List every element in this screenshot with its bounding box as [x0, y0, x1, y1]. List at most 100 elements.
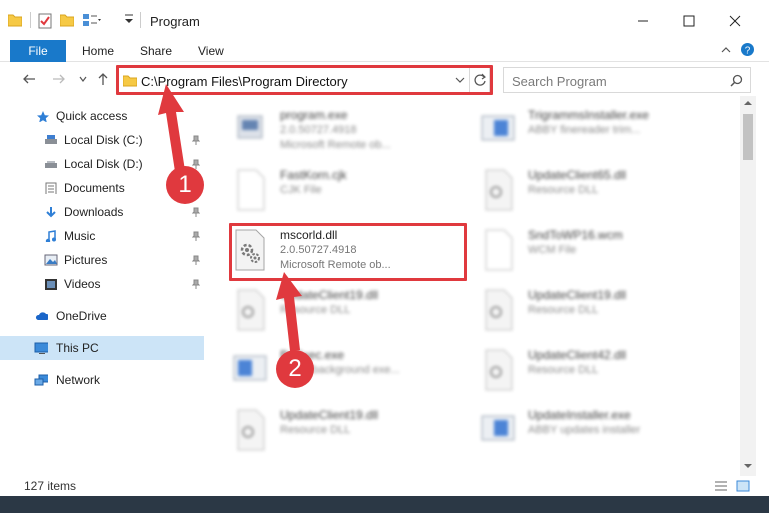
close-button[interactable] [712, 6, 758, 36]
up-arrow-icon [98, 73, 108, 85]
file-detail: 2.0.50727.4918 [280, 124, 357, 136]
file-item[interactable]: FastKorn.cjk CJK File [232, 166, 472, 222]
sidebar-item-label: Music [64, 229, 96, 243]
help-icon[interactable]: ? [740, 42, 755, 57]
step-badge-2: 2 [276, 350, 314, 388]
sidebar-item-network[interactable]: Network [0, 368, 204, 392]
documents-icon [45, 182, 57, 194]
chevron-down-icon [79, 76, 87, 82]
pin-icon[interactable] [192, 207, 200, 217]
file-name: UpdateClient19.dll [528, 288, 627, 302]
exe-icon [233, 355, 267, 381]
sidebar-item-label: Pictures [64, 253, 108, 267]
file-item[interactable]: UpdateClient19.dll Resource DLL [480, 286, 720, 342]
taskbar-strip [0, 496, 769, 513]
file-name: FastKorn.cjk [280, 168, 347, 182]
folder-icon[interactable] [8, 13, 22, 27]
window-title: Program [150, 14, 200, 29]
maximize-button[interactable] [666, 6, 712, 36]
pin-icon[interactable] [192, 279, 200, 289]
customize-qat-icon[interactable] [124, 13, 134, 25]
downloads-icon [46, 207, 56, 218]
tab-share[interactable]: Share [140, 44, 172, 58]
sidebar-item-videos[interactable]: Videos [0, 272, 204, 296]
file-name: program.exe [280, 108, 348, 122]
file-item[interactable]: UpdateClient19.dll Resource DLL [232, 406, 472, 462]
computer-icon [34, 342, 48, 354]
file-item[interactable]: program.exe 2.0.50727.4918 Microsoft Rem… [232, 106, 472, 162]
scroll-down-icon[interactable] [743, 462, 753, 470]
file-name: SndToWP16.wcm [528, 228, 623, 242]
tab-view[interactable]: View [198, 44, 224, 58]
file-name: UpdateClient42.dll [528, 348, 627, 362]
vertical-scrollbar[interactable] [740, 96, 756, 476]
search-input[interactable]: Search Program [503, 67, 751, 93]
search-placeholder: Search Program [512, 74, 607, 89]
forward-button[interactable] [50, 70, 68, 88]
dll-icon [485, 169, 513, 211]
maximize-icon [683, 15, 695, 27]
recent-locations-button[interactable] [74, 70, 92, 88]
file-item[interactable]: BgExec.exe ABBY background exe... [232, 346, 472, 402]
view-options-icon[interactable] [82, 13, 102, 27]
scroll-thumb[interactable] [743, 114, 753, 160]
sidebar-item-label: Videos [64, 277, 101, 291]
sidebar-item-label: Downloads [64, 205, 124, 219]
dll-icon [485, 289, 513, 331]
sidebar-item-downloads[interactable]: Downloads [0, 200, 204, 224]
minimize-button[interactable] [620, 6, 666, 36]
file-icon [485, 229, 513, 271]
tab-file[interactable]: File [10, 40, 66, 62]
sidebar-item-label: Local Disk (D:) [64, 157, 143, 171]
scroll-up-icon[interactable] [743, 99, 753, 107]
sidebar-item-onedrive[interactable]: OneDrive [0, 304, 204, 328]
large-icons-view-icon[interactable] [736, 480, 750, 492]
sidebar-item-pictures[interactable]: Pictures [0, 248, 204, 272]
new-folder-icon[interactable] [60, 13, 74, 27]
file-item[interactable]: UpdateClient42.dll Resource DLL [480, 346, 720, 402]
music-icon [45, 230, 56, 242]
pin-icon[interactable] [192, 255, 200, 265]
back-button[interactable] [20, 70, 38, 88]
sidebar-item-music[interactable]: Music [0, 224, 204, 248]
title-bar: Program [0, 0, 769, 40]
svg-text:?: ? [745, 46, 751, 57]
file-name: TrigrammsInstaller.exe [528, 108, 649, 122]
sidebar-item-label: Quick access [56, 109, 128, 123]
dll-icon [237, 409, 265, 451]
file-detail: ABBY updates installer [528, 424, 641, 436]
dll-icon [485, 349, 513, 391]
properties-icon[interactable] [38, 13, 52, 29]
exe-icon [237, 115, 263, 139]
sidebar-item-this-pc[interactable]: This PC [0, 336, 204, 360]
file-item[interactable]: SndToWP16.wcm WCM File [480, 226, 720, 282]
file-detail: Resource DLL [528, 304, 599, 316]
close-icon [729, 15, 741, 27]
file-detail: Resource DLL [280, 424, 351, 436]
exe-icon [481, 415, 515, 441]
file-name: UpdateClient19.dll [280, 408, 379, 422]
item-count: 127 items [24, 479, 77, 493]
ribbon: File Home Share View ? [0, 40, 769, 62]
dll-icon [237, 289, 265, 331]
file-icon [237, 169, 265, 211]
file-item[interactable]: TrigrammsInstaller.exe ABBY finereader t… [480, 106, 720, 162]
pin-icon[interactable] [192, 231, 200, 241]
file-highlight [229, 223, 467, 281]
sidebar-item-label: This PC [56, 341, 99, 355]
details-view-icon[interactable] [714, 480, 728, 492]
up-button[interactable] [94, 70, 112, 88]
videos-icon [45, 279, 57, 290]
tab-home[interactable]: Home [82, 44, 114, 58]
expand-ribbon-icon[interactable] [720, 44, 732, 56]
drive-icon [45, 161, 57, 168]
pictures-icon [44, 254, 58, 266]
file-item[interactable]: UpdateClient19.dll Resource DLL [232, 286, 472, 342]
file-name: UpdateInstaller.exe [528, 408, 631, 422]
file-item[interactable]: UpdateClient65.dll Resource DLL [480, 166, 720, 222]
sidebar-item-label: Local Disk (C:) [64, 133, 143, 147]
file-item[interactable]: UpdateInstaller.exe ABBY updates install… [480, 406, 720, 462]
file-name: UpdateClient65.dll [528, 168, 627, 182]
sidebar-item-label: OneDrive [56, 309, 107, 323]
file-detail: Resource DLL [528, 364, 599, 376]
